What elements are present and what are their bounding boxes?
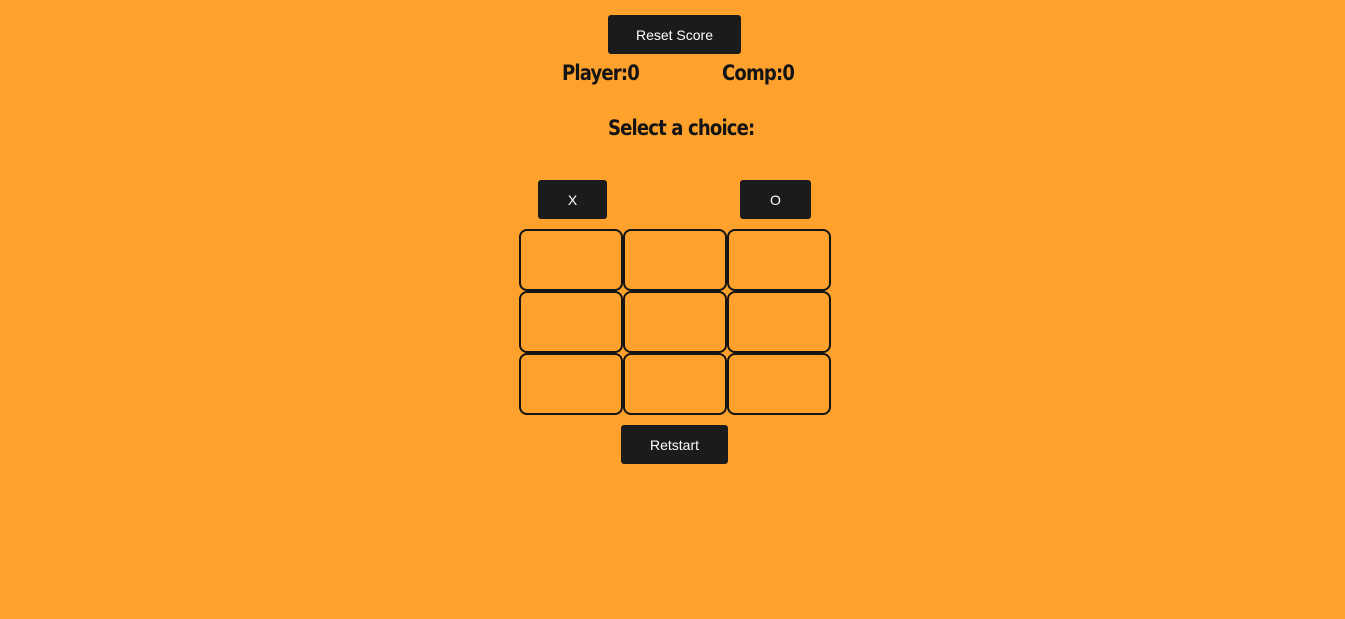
reset-score-button[interactable]: Reset Score: [608, 15, 741, 54]
board-cell[interactable]: [727, 291, 831, 353]
comp-score: Comp:0: [722, 61, 795, 85]
board-cell[interactable]: [519, 291, 623, 353]
player-score-value: 0: [627, 61, 640, 85]
board-cell[interactable]: [623, 291, 727, 353]
comp-score-label: Comp:: [722, 61, 783, 85]
choice-prompt: Select a choice:: [608, 116, 755, 140]
board-cell[interactable]: [727, 229, 831, 291]
board-cell[interactable]: [727, 353, 831, 415]
choose-x-button[interactable]: X: [538, 180, 607, 219]
choose-o-button[interactable]: O: [740, 180, 811, 219]
restart-button[interactable]: Retstart: [621, 425, 728, 464]
game-board: [519, 229, 831, 415]
player-score-label: Player:: [562, 61, 628, 85]
comp-score-value: 0: [782, 61, 795, 85]
board-cell[interactable]: [519, 353, 623, 415]
player-score: Player:0: [562, 61, 640, 85]
board-cell[interactable]: [623, 353, 727, 415]
board-cell[interactable]: [519, 229, 623, 291]
board-cell[interactable]: [623, 229, 727, 291]
